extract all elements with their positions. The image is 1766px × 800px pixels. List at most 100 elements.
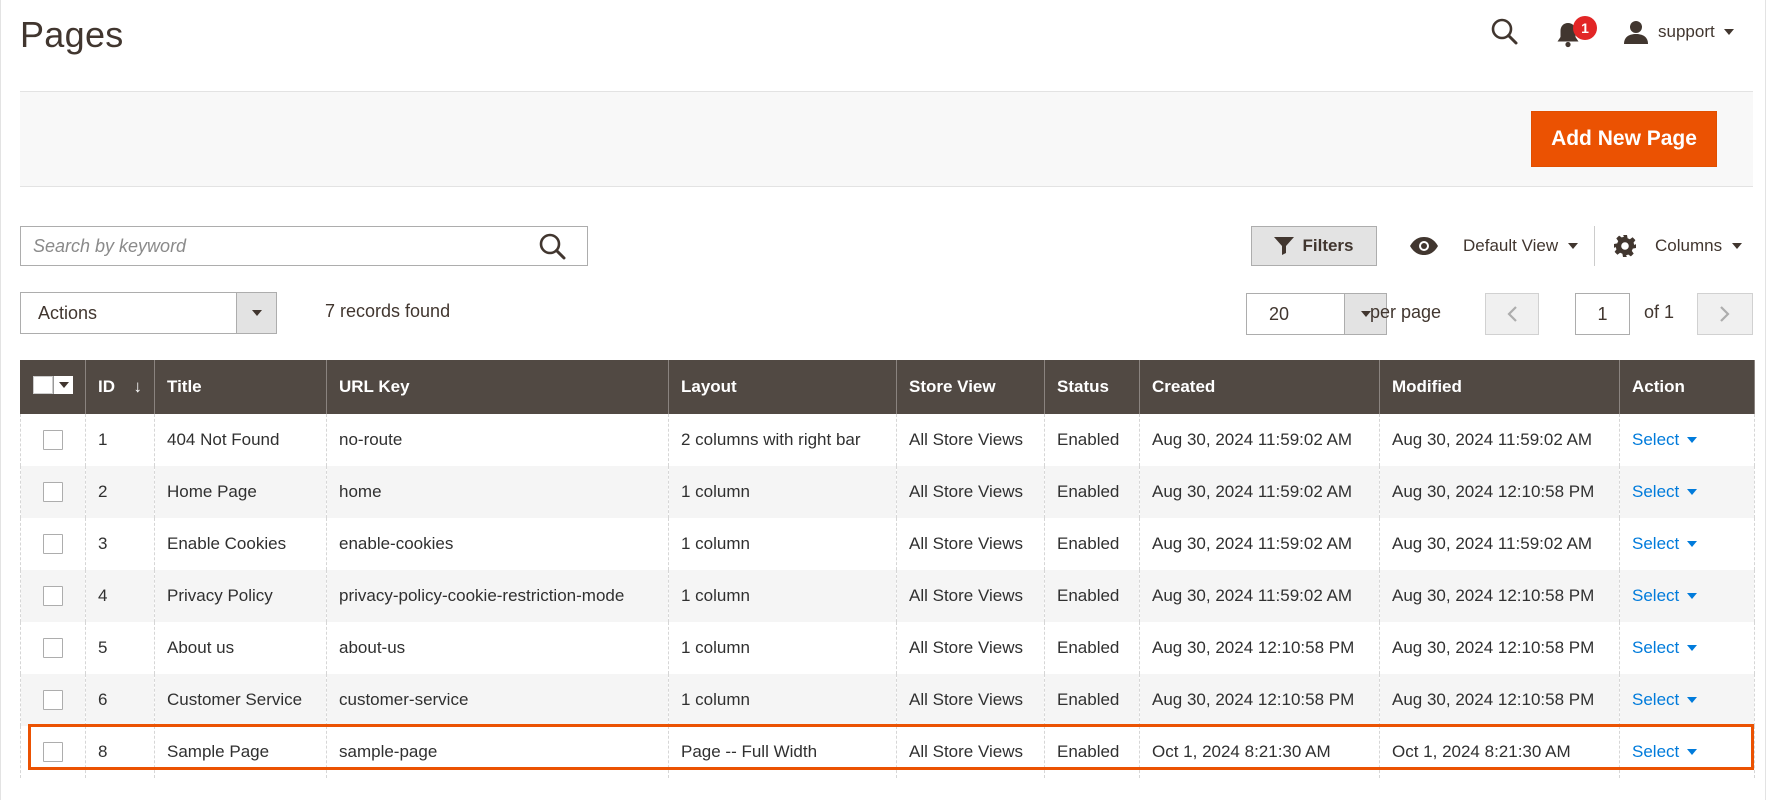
cell-id: 8 [85,726,155,778]
row-action-select[interactable]: Select [1632,638,1698,658]
cell-created: Aug 30, 2024 12:10:58 PM [1139,674,1380,726]
row-checkbox-cell [20,518,86,570]
previous-page-button[interactable] [1485,293,1539,335]
notifications-bell-icon[interactable]: 1 [1555,16,1597,50]
column-header-created[interactable]: Created [1139,360,1380,414]
cell-status: Enabled [1044,570,1140,622]
cell-id: 5 [85,622,155,674]
cell-layout: Page -- Full Width [668,726,897,778]
column-header-status[interactable]: Status [1044,360,1140,414]
cell-url-key: home [326,466,669,518]
per-page-select[interactable]: 20 [1246,293,1387,335]
row-action-select[interactable]: Select [1632,742,1698,762]
next-page-button[interactable] [1697,293,1753,335]
cell-action: Select [1619,622,1755,674]
search-icon[interactable] [536,230,570,264]
row-checkbox-cell [20,570,86,622]
row-checkbox[interactable] [43,482,63,503]
row-checkbox[interactable] [43,638,63,659]
default-view-dropdown[interactable]: Default View [1409,226,1579,266]
column-header-store-view[interactable]: Store View [896,360,1045,414]
cell-status: Enabled [1044,622,1140,674]
row-action-select[interactable]: Select [1632,430,1698,450]
row-checkbox[interactable] [43,586,63,607]
table-row[interactable]: 1 404 Not Found no-route 2 columns with … [20,414,1755,466]
gear-icon [1614,235,1636,257]
column-header-title[interactable]: Title [154,360,327,414]
filters-label: Filters [1302,236,1354,255]
row-action-select[interactable]: Select [1632,586,1698,606]
column-header-layout[interactable]: Layout [668,360,897,414]
cell-action: Select [1619,674,1755,726]
row-action-select[interactable]: Select [1632,690,1698,710]
records-found-count: 7 records found [325,301,451,321]
filters-button[interactable]: Filters [1251,226,1377,266]
cell-modified: Aug 30, 2024 12:10:58 PM [1379,674,1620,726]
user-name: support [1658,22,1715,41]
row-checkbox[interactable] [43,742,63,763]
column-header-modified[interactable]: Modified [1379,360,1620,414]
column-header-url-key[interactable]: URL Key [326,360,669,414]
row-checkbox[interactable] [43,534,63,555]
chevron-down-icon [1687,541,1698,547]
add-new-page-button[interactable]: Add New Page [1531,111,1717,167]
table-row[interactable]: 8 Sample Page sample-page Page -- Full W… [20,726,1755,778]
sort-descending-icon: ↓ [133,377,143,396]
chevron-down-icon [1687,645,1698,651]
columns-label: Columns [1655,236,1723,255]
row-checkbox[interactable] [43,430,63,451]
cell-store-view: All Store Views [896,726,1045,778]
cell-store-view: All Store Views [896,466,1045,518]
table-row[interactable]: 6 Customer Service customer-service 1 co… [20,674,1755,726]
chevron-down-icon [251,310,262,316]
cell-layout: 1 column [668,466,897,518]
cell-created: Aug 30, 2024 11:59:02 AM [1139,570,1380,622]
cell-url-key: sample-page [326,726,669,778]
row-action-select[interactable]: Select [1632,482,1698,502]
table-row[interactable]: 3 Enable Cookies enable-cookies 1 column… [20,518,1755,570]
funnel-icon [1274,237,1295,255]
table-row[interactable]: 2 Home Page home 1 column All Store View… [20,466,1755,518]
columns-dropdown[interactable]: Columns [1613,226,1743,266]
row-checkbox-cell [20,674,86,726]
actions-dropdown-toggle[interactable] [236,293,276,333]
table-row[interactable]: 5 About us about-us 1 column All Store V… [20,622,1755,674]
cell-status: Enabled [1044,414,1140,466]
cell-modified: Aug 30, 2024 12:10:58 PM [1379,622,1620,674]
row-checkbox[interactable] [43,690,63,711]
cell-id: 1 [85,414,155,466]
user-account-menu[interactable]: support [1623,15,1734,49]
row-checkbox-cell [20,466,86,518]
search-input[interactable] [33,227,533,265]
cell-action: Select [1619,570,1755,622]
chevron-down-icon [1687,749,1698,755]
cell-store-view: All Store Views [896,570,1045,622]
column-header-id[interactable]: ID ↓ [85,360,155,414]
cell-title: Enable Cookies [154,518,327,570]
page-title: Pages [20,14,124,55]
cell-layout: 1 column [668,622,897,674]
view-label: Default View [1463,236,1559,255]
cell-action: Select [1619,466,1755,518]
global-search-icon[interactable] [1489,16,1521,48]
user-icon [1624,21,1648,44]
mass-select-checkbox[interactable] [33,375,73,395]
cell-action: Select [1619,726,1755,778]
cell-id: 6 [85,674,155,726]
row-checkbox-cell [20,414,86,466]
current-page-input[interactable] [1575,293,1630,335]
pages-grid: ID ↓ Title URL Key Layout Store View Stat… [20,360,1755,778]
cell-created: Oct 1, 2024 8:21:30 AM [1139,726,1380,778]
cell-status: Enabled [1044,518,1140,570]
cell-store-view: All Store Views [896,674,1045,726]
grid-header-row: ID ↓ Title URL Key Layout Store View Stat… [20,360,1755,414]
table-row[interactable]: 4 Privacy Policy privacy-policy-cookie-r… [20,570,1755,622]
chevron-down-icon [1687,697,1698,703]
row-action-select[interactable]: Select [1632,534,1698,554]
cell-url-key: about-us [326,622,669,674]
cell-modified: Aug 30, 2024 12:10:58 PM [1379,466,1620,518]
cell-created: Aug 30, 2024 11:59:02 AM [1139,518,1380,570]
cell-title: About us [154,622,327,674]
mass-actions-select[interactable]: Actions [20,292,277,334]
chevron-down-icon [1687,437,1698,443]
